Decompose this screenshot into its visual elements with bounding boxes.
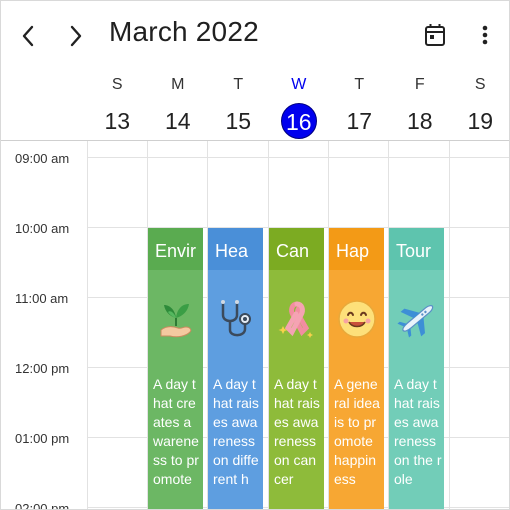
day-header-saturday[interactable]: S 19 [450,69,509,141]
time-label: 10:00 am [15,221,70,236]
airplane-icon [389,294,444,344]
day-name: T [233,76,244,93]
chevron-right-icon [70,25,82,47]
day-name: M [171,76,185,93]
chevron-left-icon [22,25,34,47]
appointment-cancer[interactable]: Can A day that raises awareness on cance… [269,228,324,509]
day-date: 18 [406,108,433,134]
hour-line [87,157,509,158]
time-label: 11:00 am [15,291,69,306]
day-date: 14 [164,108,191,134]
time-label: 09:00 am [15,151,70,166]
day-header-tuesday[interactable]: T 15 [208,69,269,141]
time-label: 12:00 pm [15,361,70,376]
appointment-happiness[interactable]: Hap A general idea is to promote happine… [329,228,384,509]
appointment-title: Can [269,228,324,270]
appointment-health[interactable]: Hea A day that raises awareness on diffe… [208,228,263,509]
calendar-window: March 2022 S 13 M 14 T 15 W 16 T 17 F 18… [0,0,510,510]
awareness-ribbon-icon [269,294,324,344]
day-name: S [474,76,486,93]
day-name: S [111,76,123,93]
day-column-line [449,141,450,509]
day-date: 13 [104,108,131,134]
appointment-environment[interactable]: Envir A day that creates awareness to pr… [148,228,203,509]
day-name: W [291,76,307,93]
appointment-title: Envir [148,228,203,270]
day-column-line [87,141,88,509]
appointment-tourism[interactable]: Tour A day that raises awareness on the … [389,228,444,509]
day-date: 15 [225,108,252,134]
day-date: 19 [467,108,494,134]
plant-in-hand-icon [148,294,203,344]
appointment-description: A general idea is to promote happiness [334,376,380,487]
appointment-title: Tour [389,228,444,270]
appointment-description: A day that raises awareness on the role [394,376,442,487]
stethoscope-icon [208,294,263,344]
today-calendar-button[interactable] [420,19,450,51]
appointment-description: A day that raises awareness on cancer [274,376,320,487]
calendar-header: March 2022 [1,1,509,67]
time-grid[interactable]: 09:00 am 10:00 am 11:00 am 12:00 pm 01:0… [1,141,509,510]
day-header-monday[interactable]: M 14 [148,69,209,141]
time-label: 02:00 pm [15,501,70,510]
day-header-wednesday-today[interactable]: W 16 [269,69,330,141]
week-day-header: S 13 M 14 T 15 W 16 T 17 F 18 S 19 [87,69,509,141]
more-options-button[interactable] [470,19,500,51]
smiley-face-icon [329,294,384,344]
appointment-description: A day that creates awareness to promote [153,376,199,487]
appointment-title: Hap [329,228,384,270]
day-name: F [414,76,425,93]
next-week-button[interactable] [63,21,89,51]
today-date-badge: 16 [280,103,317,139]
time-label: 01:00 pm [15,431,70,446]
month-year-title[interactable]: March 2022 [109,16,259,48]
day-header-friday[interactable]: F 18 [390,69,451,141]
day-name: T [354,76,365,93]
appointment-title: Hea [208,228,263,270]
day-header-thursday[interactable]: T 17 [329,69,390,141]
more-vertical-icon [482,25,488,45]
day-date: 17 [346,108,373,134]
calendar-icon [425,24,445,46]
appointment-description: A day that raises awareness on different… [213,376,259,487]
previous-week-button[interactable] [15,21,41,51]
day-header-sunday[interactable]: S 13 [87,69,148,141]
